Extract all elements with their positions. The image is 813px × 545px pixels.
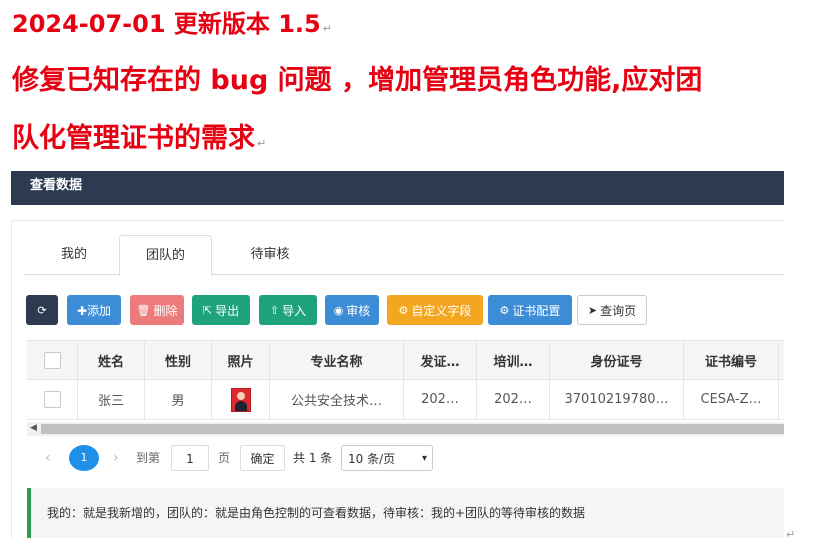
page-size-value: 10 条/页 bbox=[348, 452, 396, 466]
paragraph-mark-icon: ↵ bbox=[786, 528, 796, 541]
total-count: 共 1 条 bbox=[293, 451, 333, 465]
page-size-select[interactable]: 10 条/页 ▾ bbox=[341, 445, 433, 471]
panel-title: 查看数据 bbox=[30, 178, 83, 193]
goto-label: 到第 bbox=[136, 451, 161, 465]
paragraph-mark-icon: ↵ bbox=[322, 22, 332, 35]
tab-pending[interactable]: 待审核 bbox=[229, 235, 311, 276]
changelog-description-line: 修复已知存在的 bug 问题 ，增加管理员角色功能,应对团 bbox=[12, 65, 703, 96]
prev-page-icon[interactable]: ‹ bbox=[45, 445, 51, 471]
header-gender[interactable]: 性别 bbox=[144, 341, 211, 379]
cell-issue-date: 202… bbox=[403, 380, 476, 419]
gears-icon: ⚙ bbox=[499, 303, 510, 317]
cell-photo bbox=[211, 380, 269, 419]
changelog-description-line-2: 队化管理证书的需求 ↵ bbox=[12, 116, 266, 155]
export-button[interactable]: ⇱ 导出 bbox=[192, 295, 250, 325]
cell-gender: 男 bbox=[144, 380, 211, 419]
cell-major: 公共安全技术… bbox=[269, 380, 403, 419]
changelog-version-text: 2024-07-01 更新版本 1.5 bbox=[12, 10, 321, 38]
data-table: 姓名 性别 照片 专业名称 发证… 培训… 身份证号 证书编号 张三 男 公共安… bbox=[27, 340, 784, 420]
select-all-checkbox[interactable] bbox=[43, 351, 61, 369]
tab-mine[interactable]: 我的 bbox=[44, 235, 104, 276]
scrollbar-thumb[interactable] bbox=[41, 424, 784, 434]
changelog-version-line: 2024-07-01 更新版本 1.5 ↵ bbox=[12, 4, 332, 39]
send-icon: ➤ bbox=[587, 303, 598, 317]
query-page-button-label: 查询页 bbox=[600, 303, 637, 318]
person-photo-thumbnail[interactable] bbox=[230, 387, 251, 412]
page-unit-label: 页 bbox=[218, 451, 231, 465]
data-panel: 我的 团队的 待审核 ⟳ ✚添加 🗑 删除 ⇱ 导出 ⇧ 导入 ◉ 审核 ⚙ 自… bbox=[11, 220, 784, 538]
paragraph-mark-icon: ↵ bbox=[257, 137, 267, 150]
custom-fields-button-label: 自定义字段 bbox=[411, 303, 472, 318]
cert-config-button-label: 证书配置 bbox=[512, 303, 561, 318]
header-issue-date[interactable]: 发证… bbox=[403, 341, 476, 379]
header-name[interactable]: 姓名 bbox=[77, 341, 144, 379]
add-button[interactable]: ✚添加 bbox=[67, 295, 121, 325]
cell-name: 张三 bbox=[77, 380, 144, 419]
chevron-down-icon: ▾ bbox=[421, 453, 427, 464]
eye-icon: ◉ bbox=[333, 303, 344, 317]
cert-config-button[interactable]: ⚙ 证书配置 bbox=[488, 295, 572, 325]
header-photo[interactable]: 照片 bbox=[211, 341, 269, 379]
current-page-button[interactable]: 1 bbox=[69, 445, 99, 471]
cell-id-number: 37010219780… bbox=[549, 380, 683, 419]
import-button[interactable]: ⇧ 导入 bbox=[259, 295, 317, 325]
delete-button[interactable]: 🗑 删除 bbox=[130, 295, 184, 325]
import-button-label: 导入 bbox=[282, 303, 307, 318]
header-id-number[interactable]: 身份证号 bbox=[549, 341, 683, 379]
header-training[interactable]: 培训… bbox=[476, 341, 549, 379]
upload-icon: ⇧ bbox=[269, 303, 280, 317]
table-header-row: 姓名 性别 照片 专业名称 发证… 培训… 身份证号 证书编号 bbox=[27, 340, 784, 380]
trash-icon: 🗑 bbox=[136, 303, 151, 317]
export-button-label: 导出 bbox=[215, 303, 240, 318]
refresh-icon: ⟳ bbox=[37, 303, 47, 317]
query-page-button[interactable]: ➤ 查询页 bbox=[577, 295, 647, 325]
refresh-button[interactable]: ⟳ bbox=[26, 295, 58, 325]
gears-icon: ⚙ bbox=[398, 303, 409, 317]
header-major[interactable]: 专业名称 bbox=[269, 341, 403, 379]
add-button-label: ✚添加 bbox=[76, 303, 112, 318]
page-number-input[interactable]: 1 bbox=[171, 445, 209, 471]
goto-confirm-button[interactable]: 确定 bbox=[240, 445, 285, 471]
delete-button-label: 删除 bbox=[153, 303, 178, 318]
review-button-label: 审核 bbox=[346, 303, 371, 318]
export-icon: ⇱ bbox=[202, 303, 213, 317]
tab-team[interactable]: 团队的 bbox=[119, 235, 212, 276]
horizontal-scrollbar[interactable]: ◀ bbox=[27, 422, 784, 436]
panel-header: 查看数据 bbox=[11, 171, 784, 205]
header-overflow-cell bbox=[778, 341, 784, 379]
help-note: 我的：就是我新增的，团队的：就是由角色控制的可查看数据，待审核：我的+团队的等待… bbox=[27, 488, 784, 538]
cell-overflow bbox=[778, 380, 784, 419]
review-button[interactable]: ◉ 审核 bbox=[325, 295, 379, 325]
row-checkbox[interactable] bbox=[43, 391, 61, 408]
next-page-icon[interactable]: › bbox=[113, 445, 119, 471]
row-select-cell bbox=[27, 380, 77, 419]
tab-bar: 我的 团队的 待审核 bbox=[24, 235, 784, 276]
scroll-left-arrow-icon[interactable]: ◀ bbox=[30, 423, 37, 433]
header-select-cell bbox=[27, 341, 77, 379]
changelog-description-text: 队化管理证书的需求 bbox=[12, 123, 255, 154]
custom-fields-button[interactable]: ⚙ 自定义字段 bbox=[387, 295, 483, 325]
cell-cert-number: CESA-Z… bbox=[683, 380, 778, 419]
table-row[interactable]: 张三 男 公共安全技术… 202… 202… 37010219780… CESA… bbox=[27, 380, 784, 420]
cell-training: 202… bbox=[476, 380, 549, 419]
header-cert-number[interactable]: 证书编号 bbox=[683, 341, 778, 379]
